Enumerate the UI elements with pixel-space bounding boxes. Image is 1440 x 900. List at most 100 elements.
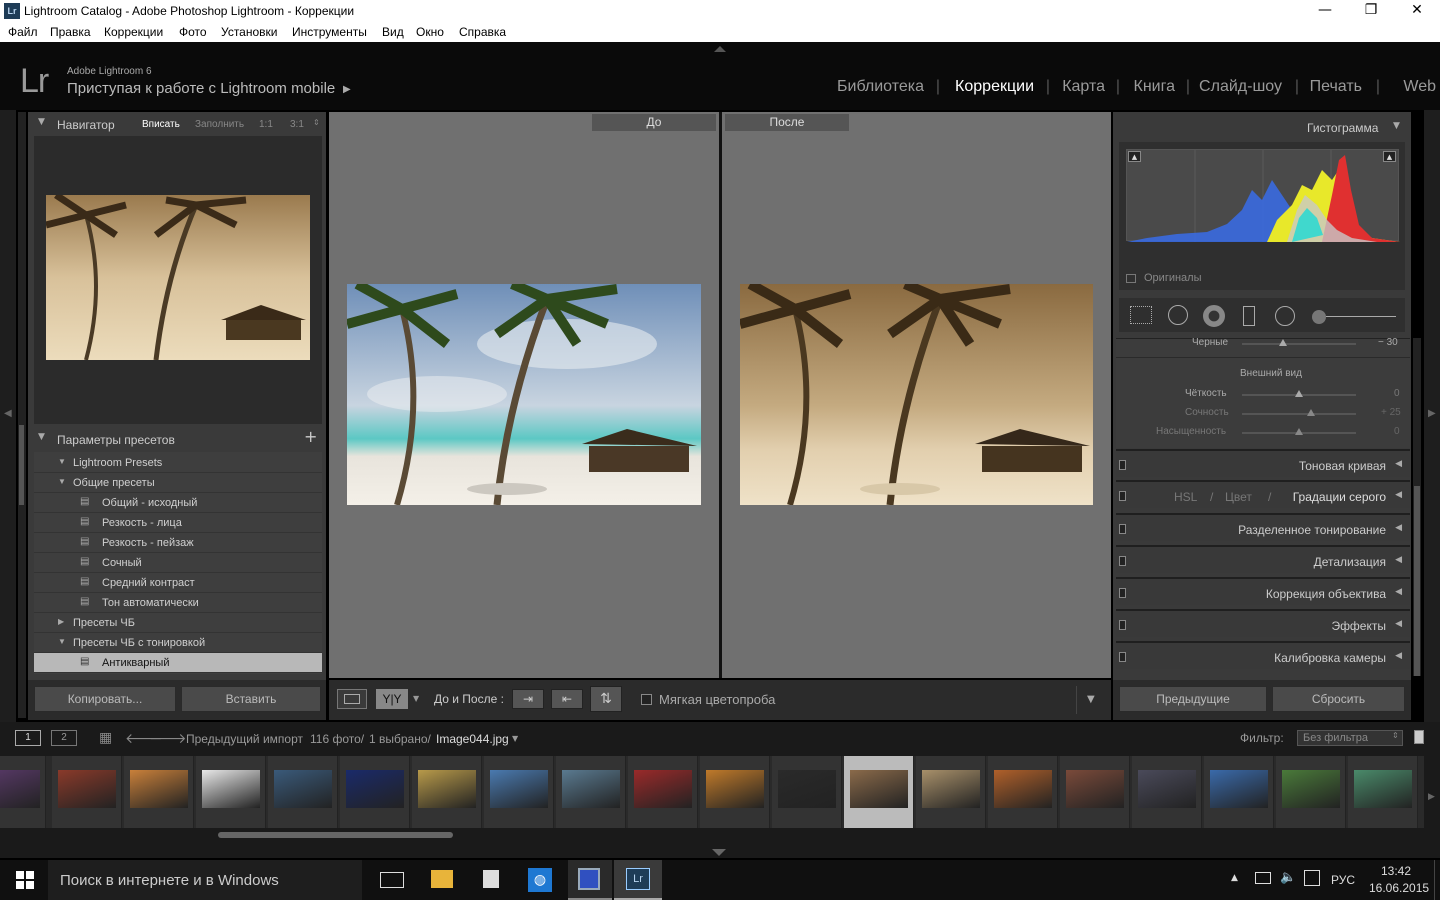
show-hidden-icons[interactable]: ▲ bbox=[1231, 873, 1238, 883]
hsl-section[interactable]: HSL / Цвет / Градации серого ◀ bbox=[1116, 480, 1410, 508]
menu-view[interactable]: Вид bbox=[382, 25, 404, 39]
crop-tool-icon[interactable] bbox=[1130, 306, 1152, 324]
panel-switch[interactable] bbox=[1119, 524, 1126, 534]
color-tab[interactable]: Цвет bbox=[1225, 490, 1252, 504]
module-slideshow[interactable]: Слайд-шоу bbox=[1199, 78, 1282, 96]
filter-select[interactable]: Без фильтра bbox=[1297, 730, 1403, 746]
blacks-slider[interactable] bbox=[1242, 343, 1356, 345]
source-label[interactable]: Предыдущий импорт bbox=[186, 732, 303, 746]
module-web[interactable]: Web bbox=[1403, 78, 1436, 96]
menu-edit[interactable]: Правка bbox=[50, 25, 91, 39]
module-library[interactable]: Библиотека bbox=[837, 78, 924, 96]
clarity-value[interactable]: 0 bbox=[1394, 388, 1400, 399]
nav-3to1[interactable]: 3:1 bbox=[290, 119, 304, 130]
filmstrip-thumbnail[interactable] bbox=[844, 756, 914, 828]
module-print[interactable]: Печать bbox=[1310, 78, 1362, 96]
menu-window[interactable]: Окно bbox=[416, 25, 444, 39]
highlight-clipping-icon[interactable]: ▲ bbox=[1383, 151, 1396, 162]
filter-stepper-icon[interactable]: ⇕ bbox=[1392, 731, 1399, 740]
left-scrollbar[interactable] bbox=[19, 425, 24, 505]
preset-item[interactable]: ▤ Резкость - лица bbox=[34, 513, 322, 533]
file-explorer-icon[interactable] bbox=[431, 870, 453, 888]
copy-button[interactable]: Копировать... bbox=[34, 686, 176, 712]
keyboard-icon[interactable] bbox=[1304, 870, 1320, 886]
nav-1to1[interactable]: 1:1 bbox=[259, 119, 273, 130]
module-map[interactable]: Карта bbox=[1062, 78, 1105, 96]
copy-before-to-after-button[interactable]: ⇥ bbox=[512, 689, 544, 709]
brush-icon[interactable] bbox=[1312, 310, 1326, 324]
filmstrip-thumbnail[interactable] bbox=[1348, 756, 1418, 828]
panel-switch[interactable] bbox=[1119, 652, 1126, 662]
preset-item-selected[interactable]: ▤ Антикварный bbox=[34, 653, 322, 673]
grid-icon[interactable]: ▦ bbox=[99, 730, 112, 746]
filmstrip-thumbnail[interactable] bbox=[1204, 756, 1274, 828]
store-icon[interactable] bbox=[483, 870, 499, 888]
spot-removal-icon[interactable] bbox=[1168, 305, 1188, 325]
filmstrip-right-icon[interactable]: ▶ bbox=[1428, 792, 1435, 802]
show-desktop-button[interactable] bbox=[1434, 860, 1440, 900]
filmstrip-thumbnail[interactable] bbox=[340, 756, 410, 828]
close-button[interactable]: ✕ bbox=[1394, 0, 1440, 22]
filmstrip-thumbnail[interactable] bbox=[0, 756, 46, 828]
primary-window-button[interactable]: 1 bbox=[15, 730, 41, 746]
lightroom-task-button[interactable]: Lr bbox=[614, 860, 662, 900]
filmstrip-thumbnail[interactable] bbox=[772, 756, 842, 828]
after-photo[interactable] bbox=[738, 279, 1093, 506]
tone-curve-section[interactable]: Тоновая кривая ◀ bbox=[1116, 449, 1410, 477]
module-develop[interactable]: Коррекции bbox=[955, 78, 1034, 96]
filmstrip-thumbnail[interactable] bbox=[196, 756, 266, 828]
file-name[interactable]: Image044.jpg bbox=[436, 732, 509, 746]
previous-button[interactable]: Предыдущие bbox=[1119, 686, 1267, 712]
right-panel-toggle-icon[interactable]: ▶ bbox=[1428, 408, 1436, 419]
menu-settings[interactable]: Установки bbox=[221, 25, 277, 39]
blacks-slider-thumb[interactable] bbox=[1279, 339, 1287, 346]
task-view-icon[interactable] bbox=[380, 872, 404, 888]
filmstrip-thumbnail[interactable] bbox=[484, 756, 554, 828]
camera-calibration-section[interactable]: Калибровка камеры ◀ bbox=[1116, 641, 1410, 669]
preset-item[interactable]: ▤ Общий - исходный bbox=[34, 493, 322, 513]
clock-date[interactable]: 16.06.2015 bbox=[1369, 881, 1429, 895]
lens-corrections-section[interactable]: Коррекция объектива ◀ bbox=[1116, 577, 1410, 605]
minimize-button[interactable]: — bbox=[1302, 0, 1348, 22]
filmstrip-thumbnail[interactable] bbox=[700, 756, 770, 828]
panel-switch[interactable] bbox=[1119, 620, 1126, 630]
reset-button[interactable]: Сбросить bbox=[1272, 686, 1405, 712]
soft-proof-checkbox[interactable] bbox=[641, 694, 652, 705]
save-app-tab[interactable] bbox=[568, 860, 612, 900]
filmstrip-thumbnail[interactable] bbox=[1132, 756, 1202, 828]
nav-fit[interactable]: Вписать bbox=[142, 119, 180, 130]
secondary-window-button[interactable]: 2 bbox=[51, 730, 77, 746]
mobile-link[interactable]: Приступая к работе с Lightroom mobile bbox=[67, 80, 335, 97]
swap-button[interactable]: ⇅ bbox=[590, 686, 622, 712]
filmstrip-thumbnail[interactable] bbox=[268, 756, 338, 828]
filmstrip-thumbnail[interactable] bbox=[124, 756, 194, 828]
clarity-slider-thumb[interactable] bbox=[1295, 390, 1303, 397]
preset-item[interactable]: ▤ Средний контраст bbox=[34, 573, 322, 593]
presets-collapse-icon[interactable]: ▼ bbox=[38, 432, 45, 442]
filmstrip-thumbnail[interactable] bbox=[412, 756, 482, 828]
preset-item[interactable]: ▤ Резкость - пейзаж bbox=[34, 533, 322, 553]
clock-time[interactable]: 13:42 bbox=[1381, 864, 1411, 878]
red-eye-icon[interactable] bbox=[1203, 305, 1225, 327]
file-dropdown-icon[interactable]: ▼ bbox=[512, 734, 518, 743]
histogram-graph[interactable] bbox=[1126, 149, 1400, 242]
menu-photo[interactable]: Фото bbox=[179, 25, 207, 39]
maximize-button[interactable]: ❐ bbox=[1348, 0, 1394, 22]
detail-section[interactable]: Детализация ◀ bbox=[1116, 545, 1410, 573]
panel-switch[interactable] bbox=[1119, 460, 1126, 470]
filmstrip-thumbnail[interactable] bbox=[988, 756, 1058, 828]
split-toning-section[interactable]: Разделенное тонирование ◀ bbox=[1116, 513, 1410, 541]
menu-file[interactable]: Файл bbox=[8, 25, 38, 39]
before-after-view-button[interactable]: Y|Y bbox=[376, 689, 408, 709]
filmstrip-thumbnail[interactable] bbox=[916, 756, 986, 828]
blacks-value[interactable]: − 30 bbox=[1378, 337, 1398, 348]
navigator-collapse-icon[interactable]: ▼ bbox=[38, 117, 45, 127]
grayscale-tab[interactable]: Градации серого bbox=[1293, 490, 1386, 504]
saturation-value[interactable]: 0 bbox=[1394, 426, 1400, 437]
menu-help[interactable]: Справка bbox=[459, 25, 506, 39]
preset-folder[interactable]: ▼ Общие пресеты bbox=[34, 473, 322, 493]
navigator-preview[interactable] bbox=[45, 192, 310, 361]
toolbar-menu-icon[interactable]: ▼ bbox=[1087, 694, 1095, 705]
histogram-collapse-icon[interactable]: ▼ bbox=[1393, 121, 1400, 131]
play-arrow-icon[interactable]: ▶ bbox=[343, 84, 351, 95]
